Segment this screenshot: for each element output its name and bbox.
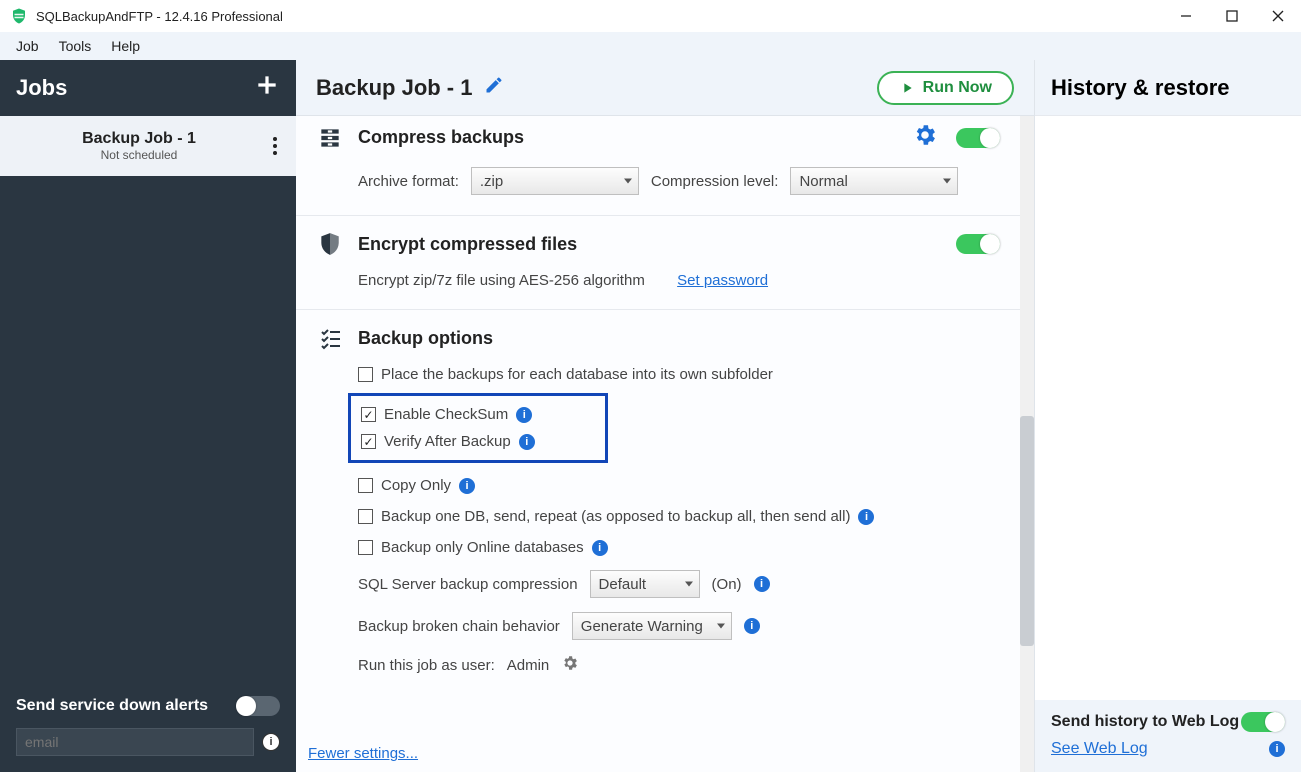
send-history-toggle[interactable] (1241, 712, 1285, 732)
history-body (1035, 116, 1301, 700)
compress-title: Compress backups (358, 127, 524, 148)
add-job-button[interactable] (254, 72, 280, 104)
info-icon[interactable]: i (519, 434, 535, 450)
history-header: History & restore (1035, 60, 1301, 116)
backup-options-title: Backup options (358, 328, 493, 349)
info-icon[interactable]: i (459, 478, 475, 494)
archive-format-select[interactable]: .zip (471, 167, 639, 195)
jobs-header: Jobs (0, 60, 296, 116)
run-now-label: Run Now (923, 79, 992, 97)
history-footer: Send history to Web Log See Web Log i (1035, 700, 1301, 772)
compress-section: Compress backups Archive format: .zip Co… (296, 116, 1020, 216)
set-password-link[interactable]: Set password (677, 272, 768, 289)
menu-bar: Job Tools Help (0, 32, 1301, 60)
opt-checksum-label: Enable CheckSum (384, 406, 508, 423)
close-button[interactable] (1255, 0, 1301, 32)
options-icon (316, 324, 344, 352)
opt-verify-row[interactable]: Verify After Backup i (361, 433, 595, 450)
checkbox-icon[interactable] (361, 407, 376, 422)
opt-verify-label: Verify After Backup (384, 433, 511, 450)
checkbox-icon[interactable] (358, 478, 373, 493)
app-logo-icon (10, 7, 28, 25)
info-icon[interactable]: i (858, 509, 874, 525)
opt-copyonly-label: Copy Only (381, 477, 451, 494)
left-panel: Jobs Backup Job - 1 Not scheduled Send s… (0, 60, 296, 772)
alerts-toggle[interactable] (236, 696, 280, 716)
right-panel: History & restore Send history to Web Lo… (1035, 60, 1301, 772)
window-title: SQLBackupAndFTP - 12.4.16 Professional (36, 9, 283, 24)
info-icon[interactable]: i (262, 733, 280, 751)
opt-subfolder-label: Place the backups for each database into… (381, 366, 773, 383)
chain-behavior-select[interactable]: Generate Warning (572, 612, 732, 640)
see-web-log-link[interactable]: See Web Log (1051, 740, 1148, 758)
run-as-label: Run this job as user: (358, 657, 495, 674)
window-controls (1163, 0, 1301, 32)
job-item-menu-icon[interactable] (266, 137, 284, 155)
backup-options-section: Backup options Place the backups for eac… (296, 310, 1020, 696)
server-compression-label: SQL Server backup compression (358, 576, 578, 593)
opt-onedb-label: Backup one DB, send, repeat (as opposed … (381, 508, 850, 525)
server-compression-hint: (On) (712, 576, 742, 593)
opt-subfolder-row[interactable]: Place the backups for each database into… (358, 366, 1000, 383)
opt-checksum-row[interactable]: Enable CheckSum i (361, 406, 595, 423)
menu-tools[interactable]: Tools (51, 36, 100, 56)
checkbox-icon[interactable] (361, 434, 376, 449)
checkbox-icon[interactable] (358, 509, 373, 524)
minimize-button[interactable] (1163, 0, 1209, 32)
encrypt-section: Encrypt compressed files Encrypt zip/7z … (296, 216, 1020, 310)
title-bar: SQLBackupAndFTP - 12.4.16 Professional (0, 0, 1301, 32)
job-title: Backup Job - 1 (316, 75, 472, 101)
compression-level-label: Compression level: (651, 173, 779, 190)
job-item-status: Not scheduled (12, 148, 266, 162)
scrollbar-handle[interactable] (1020, 416, 1034, 646)
compress-icon (316, 124, 344, 152)
encrypt-title: Encrypt compressed files (358, 234, 577, 255)
alerts-email-input[interactable] (16, 728, 254, 756)
jobs-header-label: Jobs (16, 75, 67, 101)
chain-behavior-label: Backup broken chain behavior (358, 618, 560, 635)
main-panel: Backup Job - 1 Run Now Compress (296, 60, 1035, 772)
info-icon[interactable]: i (516, 407, 532, 423)
menu-help[interactable]: Help (103, 36, 148, 56)
server-compression-select[interactable]: Default (590, 570, 700, 598)
menu-job[interactable]: Job (8, 36, 47, 56)
opt-onedb-row[interactable]: Backup one DB, send, repeat (as opposed … (358, 508, 1000, 525)
job-item-name: Backup Job - 1 (12, 130, 266, 148)
main-header: Backup Job - 1 Run Now (296, 60, 1034, 116)
highlighted-options: Enable CheckSum i Verify After Backup i (348, 393, 608, 463)
fewer-settings-link[interactable]: Fewer settings... (308, 745, 418, 762)
gear-icon[interactable] (912, 122, 938, 153)
compression-level-select[interactable]: Normal (790, 167, 958, 195)
archive-format-label: Archive format: (358, 173, 459, 190)
alerts-label: Send service down alerts (16, 696, 208, 716)
checkbox-icon[interactable] (358, 367, 373, 382)
shield-icon (316, 230, 344, 258)
info-icon[interactable]: i (744, 618, 760, 634)
encrypt-desc: Encrypt zip/7z file using AES-256 algori… (358, 272, 645, 289)
maximize-button[interactable] (1209, 0, 1255, 32)
run-now-button[interactable]: Run Now (877, 71, 1014, 105)
gear-icon[interactable] (561, 654, 579, 676)
run-as-value: Admin (507, 657, 550, 674)
opt-copyonly-row[interactable]: Copy Only i (358, 477, 1000, 494)
checkbox-icon[interactable] (358, 540, 373, 555)
info-icon[interactable]: i (592, 540, 608, 556)
alerts-section: Send service down alerts i (0, 684, 296, 772)
opt-online-row[interactable]: Backup only Online databases i (358, 539, 1000, 556)
play-icon (899, 80, 915, 96)
job-list-item[interactable]: Backup Job - 1 Not scheduled (0, 116, 296, 176)
edit-job-name-icon[interactable] (484, 75, 504, 100)
compress-toggle[interactable] (956, 128, 1000, 148)
opt-online-label: Backup only Online databases (381, 539, 584, 556)
encrypt-toggle[interactable] (956, 234, 1000, 254)
send-history-label: Send history to Web Log (1051, 712, 1239, 732)
info-icon[interactable]: i (1269, 741, 1285, 757)
info-icon[interactable]: i (754, 576, 770, 592)
